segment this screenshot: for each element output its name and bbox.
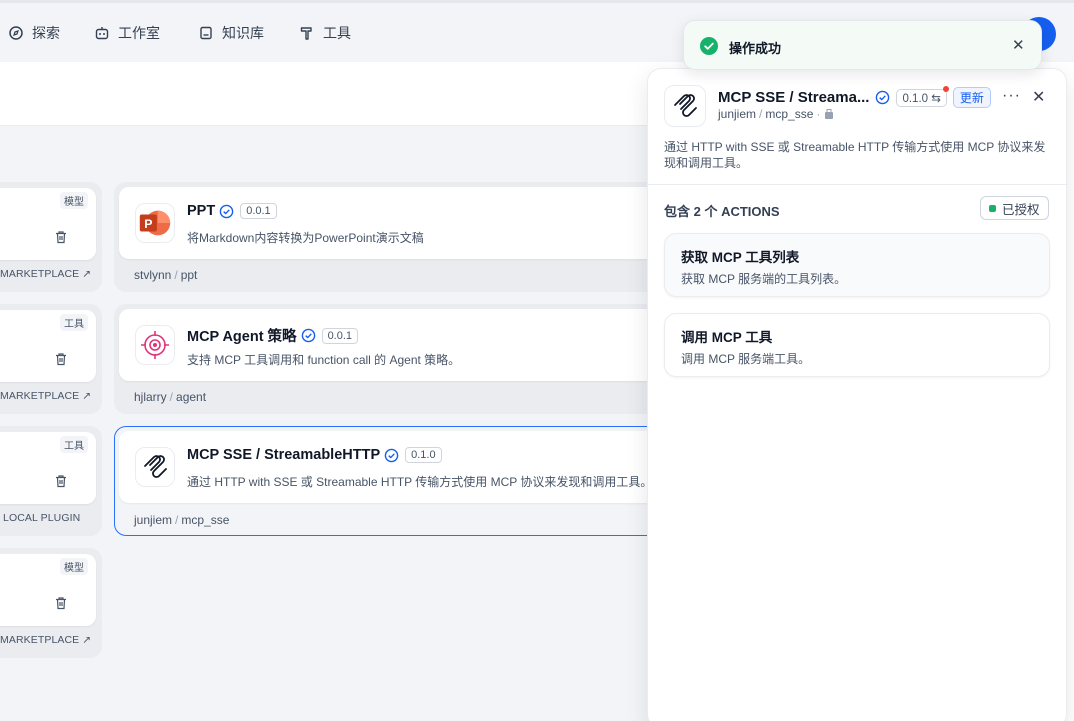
action-get-tools[interactable]: 获取 MCP 工具列表 获取 MCP 服务端的工具列表。 (664, 233, 1050, 297)
plugin-card-mcp-agent[interactable]: MCP Agent 策略 0.0.1 支持 MCP 工具调用和 function… (114, 304, 660, 414)
update-dot (942, 85, 949, 92)
plugin-description: 通过 HTTP with SSE 或 Streamable HTTP 传输方式使… (187, 475, 653, 489)
category-badge: 工具 (60, 314, 88, 331)
svg-text:P: P (144, 217, 152, 231)
plugin-card-left-2[interactable]: 工具 MARKETPLACE ↗ (0, 304, 102, 414)
content-header (0, 62, 660, 126)
action-call-tool[interactable]: 调用 MCP 工具 调用 MCP 服务端工具。 (664, 313, 1050, 377)
trash-icon[interactable] (54, 596, 68, 610)
source-label[interactable]: MARKETPLACE ↗ (0, 634, 91, 646)
status-dot-icon (989, 204, 996, 212)
plugin-description: 将Markdown内容转换为PowerPoint演示文稿 (187, 231, 424, 245)
plugin-card-left-1[interactable]: 模型 MARKETPLACE ↗ (0, 182, 102, 292)
nav-tools-label: 工具 (323, 25, 351, 41)
drawer-description: 通过 HTTP with SSE 或 Streamable HTTP 传输方式使… (664, 140, 1046, 170)
nav-knowledge-label: 知识库 (222, 25, 264, 41)
plugin-card-ppt[interactable]: P PPT 0.0.1 将Markdown内容转换为PowerPoint演示文稿… (114, 182, 660, 292)
actions-heading: 包含 2 个 ACTIONS (664, 204, 780, 219)
toast-message: 操作成功 (729, 41, 782, 56)
category-badge: 工具 (60, 436, 88, 453)
plugin-title: MCP Agent 策略 (187, 329, 297, 345)
success-toast: 操作成功 ✕ (683, 20, 1042, 70)
more-icon[interactable]: ··· (1002, 87, 1021, 105)
plugin-card-mcp-sse[interactable]: MCP SSE / StreamableHTTP 0.1.0 通过 HTTP w… (114, 426, 660, 536)
plugin-title: PPT (187, 203, 216, 219)
version-badge: 0.1.0 (405, 447, 442, 463)
close-icon[interactable]: ✕ (1032, 87, 1045, 107)
local-plugin-icon (825, 109, 834, 119)
verified-icon (384, 448, 399, 462)
divider (648, 184, 1068, 185)
plugin-org: stvlynn / ppt (134, 268, 198, 282)
mcp-icon (135, 447, 175, 487)
check-circle-icon (700, 37, 718, 55)
trash-icon[interactable] (54, 474, 68, 488)
nav-knowledge[interactable]: 知识库 (198, 23, 264, 43)
source-label[interactable]: MARKETPLACE ↗ (0, 268, 91, 280)
hammer-icon (300, 27, 312, 40)
drawer-title: MCP SSE / Streama... (718, 89, 870, 106)
verified-icon (219, 204, 234, 218)
action-description: 调用 MCP 服务端工具。 (681, 352, 811, 366)
robot-icon (95, 27, 109, 40)
nav-explore[interactable]: 探索 (8, 23, 60, 43)
category-badge: 模型 (60, 192, 88, 209)
source-label: ▭ LOCAL PLUGIN (0, 512, 80, 524)
plugin-card-left-4[interactable]: 模型 MARKETPLACE ↗ (0, 548, 102, 658)
update-button[interactable]: 更新 (952, 87, 991, 108)
drawer-org: junjiem / mcp_sse · (718, 107, 835, 121)
plugin-card-left-3[interactable]: 工具 ▭ LOCAL PLUGIN (0, 426, 102, 536)
nav-studio-label: 工作室 (118, 25, 160, 41)
verified-icon (301, 328, 315, 343)
nav-tools[interactable]: 工具 (299, 23, 351, 43)
book-icon (200, 26, 212, 40)
trash-icon[interactable] (54, 230, 68, 244)
verified-icon (876, 90, 890, 105)
version-switch[interactable]: 0.1.0 ⇆ (896, 85, 949, 107)
plugin-detail-drawer: MCP SSE / Streama... 0.1.0 ⇆ 更新 ··· ✕ ju… (647, 68, 1068, 721)
plugin-org: junjiem / mcp_sse (134, 513, 230, 527)
close-icon[interactable]: ✕ (1012, 36, 1025, 54)
authorized-button[interactable]: 已授权 (980, 196, 1049, 220)
source-label[interactable]: MARKETPLACE ↗ (0, 390, 91, 402)
version-badge: 0.0.1 (240, 203, 277, 219)
action-title: 获取 MCP 工具列表 (681, 250, 800, 265)
powerpoint-icon: P (135, 203, 175, 243)
plugin-org: hjlarry / agent (134, 390, 207, 404)
trash-icon[interactable] (54, 352, 68, 366)
category-badge: 模型 (60, 558, 88, 575)
compass-icon (9, 26, 23, 40)
nav-studio[interactable]: 工作室 (94, 23, 160, 43)
version-badge: 0.0.1 (321, 327, 359, 344)
agent-strategy-icon (135, 325, 175, 365)
action-description: 获取 MCP 服务端的工具列表。 (681, 272, 847, 286)
nav-explore-label: 探索 (32, 25, 60, 41)
plugin-description: 支持 MCP 工具调用和 function call 的 Agent 策略。 (187, 353, 461, 367)
mcp-icon (664, 85, 706, 127)
plugin-title: MCP SSE / StreamableHTTP (187, 447, 381, 463)
action-title: 调用 MCP 工具 (681, 330, 773, 345)
